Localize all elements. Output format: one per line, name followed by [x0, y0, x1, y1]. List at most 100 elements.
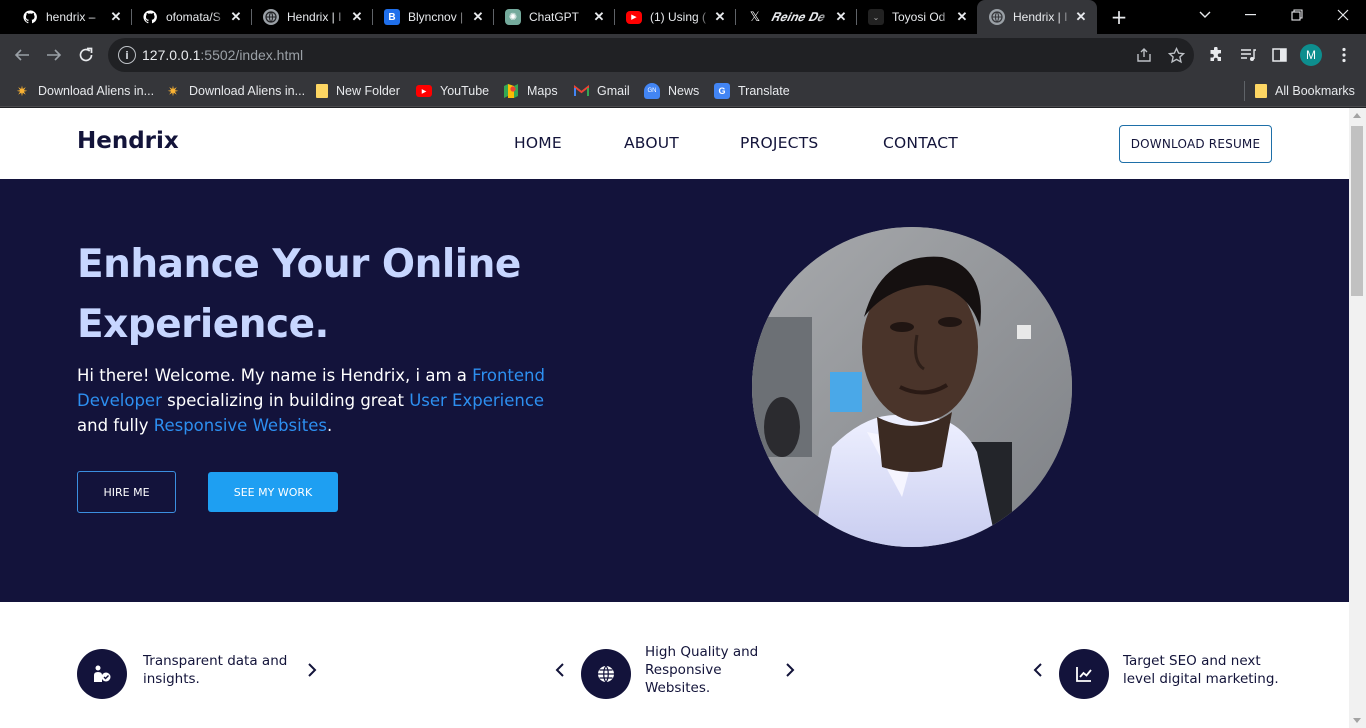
bookmark-label: Gmail — [597, 84, 630, 98]
feature-text: Transparent data and insights. — [143, 653, 288, 687]
chevron-left-icon[interactable] — [1031, 663, 1045, 677]
maps-icon — [503, 83, 519, 99]
media-control-icon[interactable] — [1237, 44, 1259, 66]
youtube-icon: ▶ — [626, 10, 642, 24]
feature-text: Target SEO and next level digital market… — [1123, 653, 1279, 687]
profile-photo — [752, 227, 1072, 547]
profile-avatar[interactable]: M — [1300, 44, 1322, 66]
intro-text: specializing in building great — [161, 391, 410, 410]
side-panel-icon[interactable] — [1268, 44, 1290, 66]
address-bar[interactable]: i 127.0.0.1:5502/index.html — [108, 38, 1194, 72]
features-section: Transparent data and insights. High Qual… — [0, 602, 1349, 728]
new-tab-plus-icon[interactable]: + — [1108, 5, 1130, 29]
bookmark-label: New Folder — [336, 84, 400, 98]
tab-title: Hendrix | I — [287, 10, 342, 24]
bookmarks-bar: ✷ Download Aliens in... ✷ Download Aliens … — [0, 76, 1366, 107]
page-viewport: Hendrix HOME ABOUT PROJECTS CONTACT DOWN… — [0, 108, 1349, 728]
site-logo[interactable]: Hendrix — [77, 128, 179, 154]
bookmark-item[interactable]: Gmail — [573, 81, 630, 101]
hire-me-button[interactable]: HIRE ME — [77, 471, 176, 513]
browser-tab[interactable]: ofomata/S ✕ — [130, 0, 252, 34]
extensions-puzzle-icon[interactable] — [1205, 44, 1227, 66]
browser-tab[interactable]: Hendrix | I ✕ — [251, 0, 373, 34]
restore-icon[interactable] — [1274, 0, 1320, 30]
back-arrow-icon[interactable] — [9, 42, 35, 68]
blyncnov-icon: B — [384, 9, 400, 25]
bookmark-label: Translate — [738, 84, 790, 98]
menu-kebab-icon[interactable] — [1333, 44, 1355, 66]
intro-text: . — [326, 416, 333, 435]
all-bookmarks[interactable]: All Bookmarks — [1244, 81, 1355, 101]
download-resume-button[interactable]: DOWNLOAD RESUME — [1119, 125, 1272, 163]
chart-line-icon — [1059, 649, 1109, 699]
close-tab-icon[interactable]: ✕ — [470, 9, 486, 25]
scroll-up-arrow-icon[interactable] — [1353, 113, 1361, 118]
nav-about[interactable]: ABOUT — [624, 134, 679, 152]
minimize-icon[interactable] — [1228, 0, 1274, 30]
see-my-work-button[interactable]: SEE MY WORK — [208, 472, 338, 512]
bookmark-item[interactable]: GN News — [644, 81, 699, 101]
tab-search-chevron-icon[interactable] — [1182, 0, 1228, 30]
bookmark-item[interactable]: ✷ Download Aliens in... — [165, 81, 305, 101]
translate-icon: G — [714, 83, 730, 99]
close-tab-icon[interactable]: ✕ — [108, 9, 124, 25]
chevron-right-icon[interactable] — [783, 663, 797, 677]
close-tab-icon[interactable]: ✕ — [1073, 9, 1089, 25]
all-bookmarks-label: All Bookmarks — [1275, 84, 1355, 98]
close-window-icon[interactable] — [1320, 0, 1366, 30]
news-icon: GN — [644, 83, 660, 99]
browser-tab[interactable]: hendrix – ✕ — [10, 0, 132, 34]
bookmark-item[interactable]: ▶ YouTube — [416, 81, 489, 101]
bookmark-star-icon[interactable] — [1166, 45, 1186, 65]
aliens-icon: ✷ — [16, 82, 28, 99]
globe-icon — [581, 649, 631, 699]
page-scrollbar[interactable] — [1349, 108, 1366, 728]
scroll-down-arrow-icon[interactable] — [1353, 718, 1361, 723]
folder-icon — [1255, 84, 1267, 98]
intro-text: and fully — [77, 416, 154, 435]
hero-intro: Hi there! Welcome. My name is Hendrix, i… — [77, 363, 577, 438]
chevron-left-icon[interactable] — [553, 663, 567, 677]
tab-title: Toyosi Od — [892, 10, 946, 24]
share-icon[interactable] — [1134, 45, 1154, 65]
aliens-icon: ✷ — [167, 82, 179, 99]
url-path: :5502/index.html — [200, 47, 304, 63]
close-tab-icon[interactable]: ✕ — [591, 9, 607, 25]
browser-tab[interactable]: ⌄ Toyosi Od ✕ — [856, 0, 978, 34]
close-tab-icon[interactable]: ✕ — [954, 9, 970, 25]
browser-tab[interactable]: ✺ ChatGPT ✕ — [493, 0, 615, 34]
browser-tab[interactable]: 𝕏 𝑹𝒆𝒊𝒏𝒆 𝑫𝒆 ✕ — [735, 0, 857, 34]
nav-projects[interactable]: PROJECTS — [740, 134, 818, 152]
hero-title: Enhance Your Online Experience. — [77, 242, 521, 347]
tab-strip: hendrix – ✕ ofomata/S ✕ Hendrix | I ✕ B … — [0, 0, 1366, 34]
site-icon: ⌄ — [868, 9, 884, 25]
bookmark-item[interactable]: ✷ Download Aliens in... — [14, 81, 154, 101]
github-icon — [22, 9, 38, 25]
bookmark-item[interactable]: G Translate — [714, 81, 790, 101]
nav-contact[interactable]: CONTACT — [883, 134, 958, 152]
site-info-icon[interactable]: i — [118, 46, 136, 64]
bookmark-label: Download Aliens in... — [189, 84, 306, 98]
folder-icon — [316, 84, 328, 98]
tab-title: Hendrix | I — [1013, 10, 1068, 24]
browser-tab[interactable]: ▶ (1) Using ( ✕ — [614, 0, 736, 34]
bookmark-item[interactable]: New Folder — [316, 81, 400, 101]
close-tab-icon[interactable]: ✕ — [228, 9, 244, 25]
browser-tab[interactable]: B Blyncnov | ✕ — [372, 0, 494, 34]
tab-title: (1) Using ( — [650, 10, 707, 24]
tab-title: ChatGPT — [529, 10, 580, 24]
site-header: Hendrix HOME ABOUT PROJECTS CONTACT DOWN… — [0, 108, 1349, 179]
close-tab-icon[interactable]: ✕ — [712, 9, 728, 25]
scrollbar-thumb[interactable] — [1351, 126, 1363, 296]
reload-icon[interactable] — [73, 42, 99, 68]
forward-arrow-icon[interactable] — [41, 42, 67, 68]
close-tab-icon[interactable]: ✕ — [833, 9, 849, 25]
feature-text: High Quality and Responsive Websites. — [645, 644, 759, 696]
bookmark-item[interactable]: Maps — [503, 81, 558, 101]
chevron-right-icon[interactable] — [305, 663, 319, 677]
globe-icon — [989, 9, 1005, 25]
tab-title: 𝑹𝒆𝒊𝒏𝒆 𝑫𝒆 — [771, 9, 824, 24]
close-tab-icon[interactable]: ✕ — [349, 9, 365, 25]
nav-home[interactable]: HOME — [514, 134, 562, 152]
browser-tab-active[interactable]: Hendrix | I ✕ — [977, 0, 1097, 34]
